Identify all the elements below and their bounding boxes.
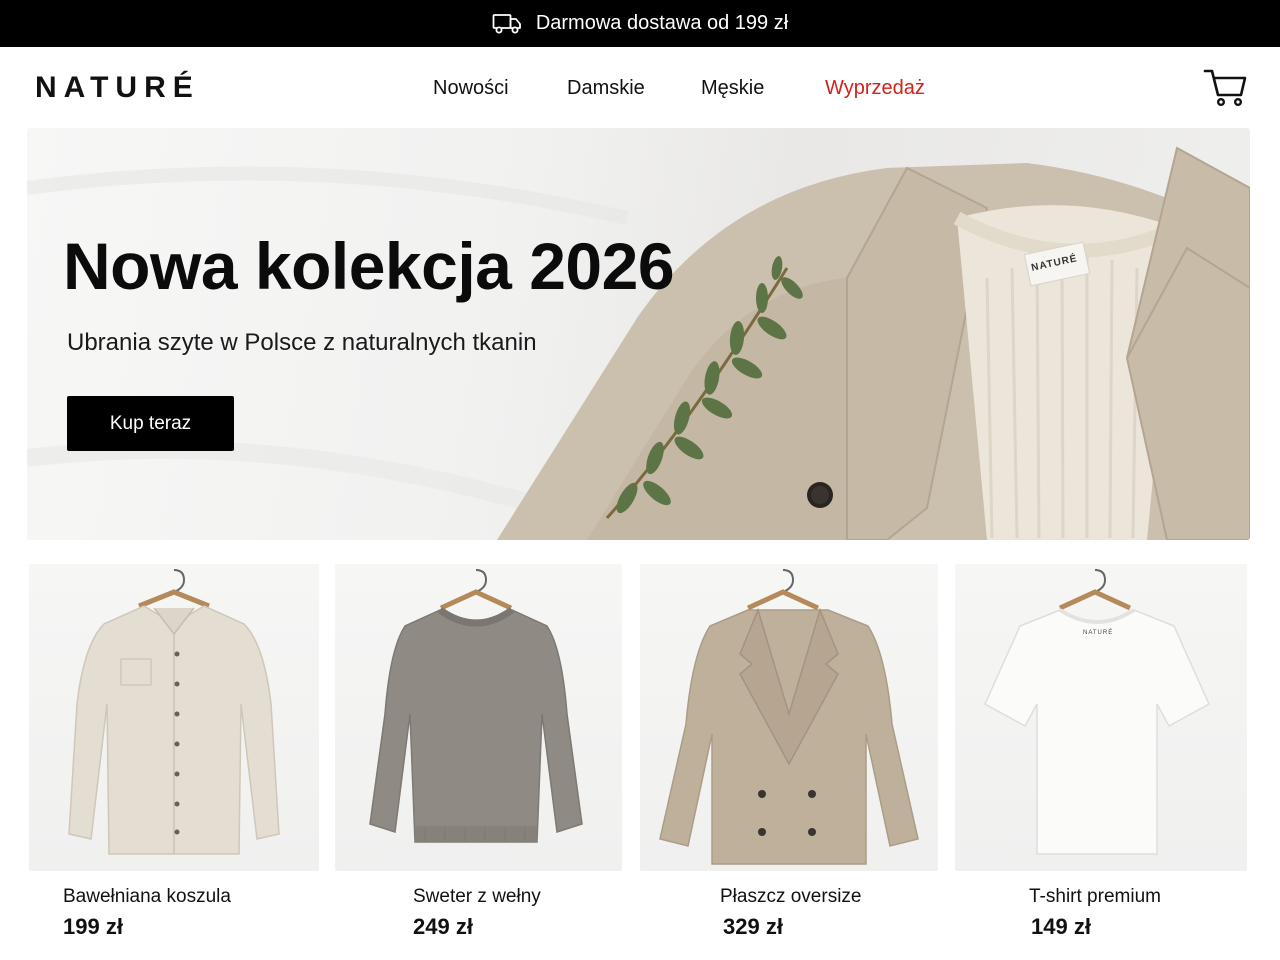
promo-text: Darmowa dostawa od 199 zł (535, 12, 789, 34)
product-price: 199 zł (63, 914, 123, 939)
shop-now-button[interactable]: Kup teraz (67, 396, 234, 451)
site-header: NATURÉ Nowości Damskie Męskie Wyprzedaż (0, 47, 1280, 128)
nav-item-nowosci[interactable]: Nowości (433, 77, 509, 100)
product-image[interactable]: NATURÉ (955, 564, 1247, 871)
product-name[interactable]: Płaszcz oversize (720, 886, 862, 908)
truck-icon (492, 13, 522, 35)
shirt-tag: NATURÉ (1083, 630, 1114, 636)
hero-subtitle: Ubrania szyte w Polsce z naturalnych tka… (67, 329, 537, 356)
product-price: 249 zł (413, 914, 473, 939)
product-image[interactable] (640, 564, 938, 871)
product-name[interactable]: Sweter z wełny (413, 886, 541, 908)
nav-item-damskie[interactable]: Damskie (567, 77, 645, 100)
cart-icon[interactable] (1203, 67, 1247, 107)
nav-item-meskie[interactable]: Męskie (701, 77, 764, 100)
hero-title: Nowa kolekcja 2026 (63, 229, 675, 303)
product-name[interactable]: Bawełniana koszula (63, 886, 231, 908)
main-nav: Nowości Damskie Męskie Wyprzedaż (0, 77, 1280, 103)
product-price: 149 zł (1031, 914, 1091, 939)
promo-bar: Darmowa dostawa od 199 zł (0, 0, 1280, 47)
product-name[interactable]: T-shirt premium (1029, 886, 1161, 908)
product-image[interactable] (335, 564, 622, 871)
product-price: 329 zł (723, 914, 783, 939)
hero-banner: NATURÉ Nowa kolekcja 2026 Ubrania szyte … (27, 128, 1250, 540)
nav-item-wyprzedaz[interactable]: Wyprzedaż (825, 77, 925, 100)
product-image[interactable] (29, 564, 319, 871)
